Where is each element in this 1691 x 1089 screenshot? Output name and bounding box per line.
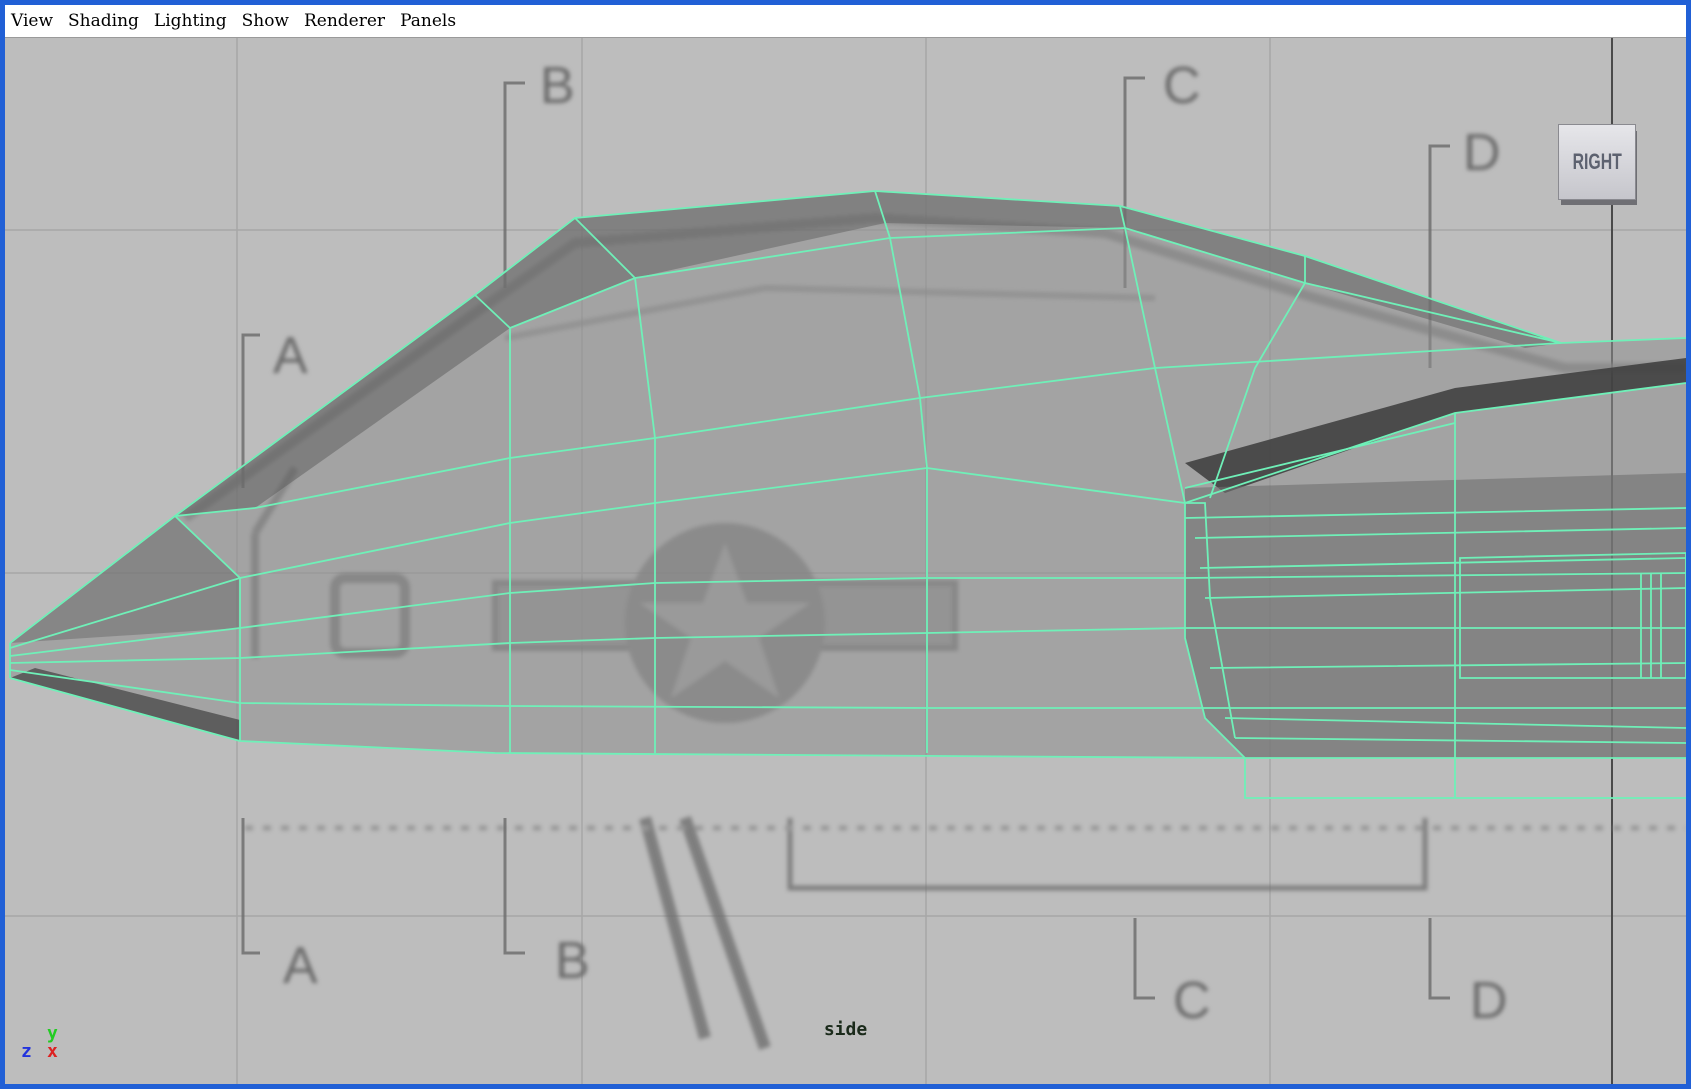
section-marker-c-bottom [1133,918,1155,1000]
section-marker-b-bottom [503,818,525,955]
viewport-scene[interactable]: B C D A A B C D [5,38,1686,1084]
label-a-bottom: A [283,937,318,995]
label-c-top: C [1163,57,1201,115]
view-cube-label: RIGHT [1572,149,1622,174]
label-b-bottom: B [555,932,590,990]
maya-viewport-window: View Shading Lighting Show Renderer Pane… [0,0,1691,1089]
view-cube[interactable]: RIGHT [1558,124,1636,200]
mesh-shaded-surface [10,191,1686,758]
axis-z-label: z [21,1041,32,1062]
menu-lighting[interactable]: Lighting [154,11,227,31]
menu-panels[interactable]: Panels [400,11,456,31]
section-marker-a-bottom [241,818,260,955]
menu-shading[interactable]: Shading [68,11,139,31]
blueprint-landing-gear [639,816,771,1050]
panel-menubar: View Shading Lighting Show Renderer Pane… [5,5,1686,38]
section-marker-b-top [503,81,525,288]
axis-x-label: x [47,1041,58,1062]
menu-show[interactable]: Show [242,11,289,31]
menu-renderer[interactable]: Renderer [304,11,385,31]
label-a-top: A [273,327,308,385]
section-marker-d-bottom [1428,918,1450,1000]
label-d-top: D [1463,124,1501,182]
label-b-top: B [540,57,575,115]
menu-view[interactable]: View [11,11,53,31]
camera-name-label: side [823,1019,868,1040]
side-viewport[interactable]: B C D A A B C D RIGHT y z x [5,38,1686,1084]
